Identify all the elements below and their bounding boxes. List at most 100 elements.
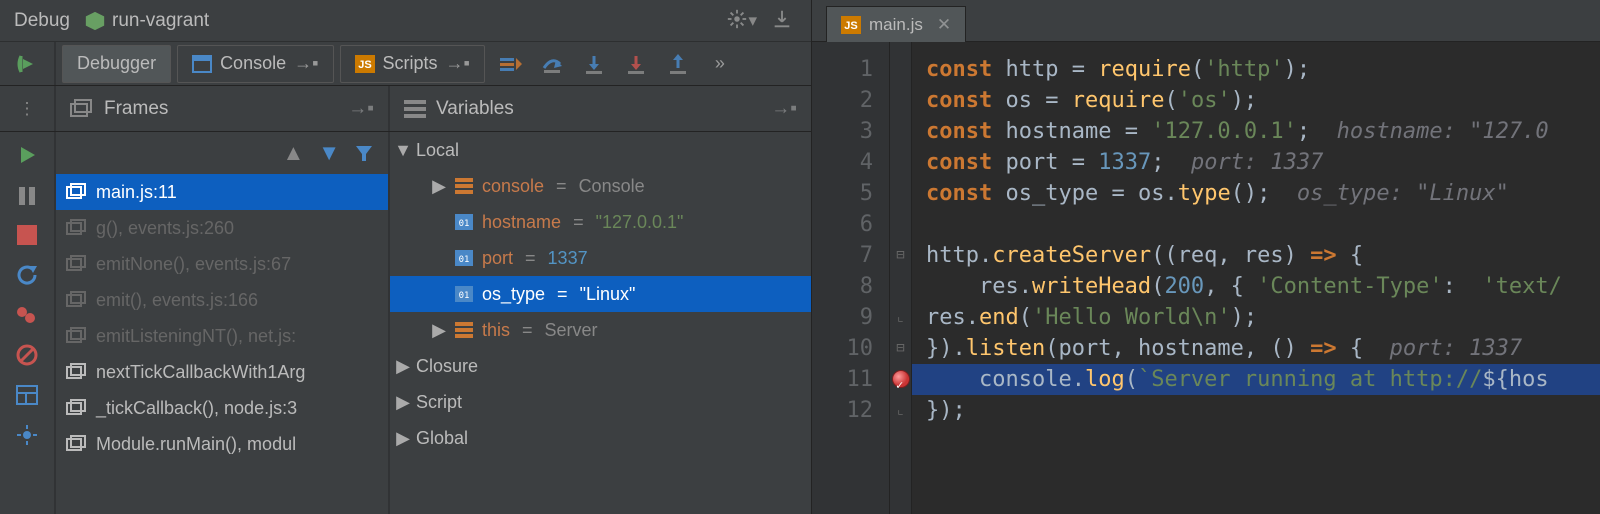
frame-label: nextTickCallbackWith1Arg	[96, 362, 305, 383]
line-number[interactable]: 11	[812, 364, 873, 395]
pause-button[interactable]	[11, 178, 43, 212]
tab-console[interactable]: Console →▪	[177, 45, 333, 83]
step-out-button[interactable]	[661, 47, 695, 81]
scope-row[interactable]: ▶Closure	[390, 348, 811, 384]
frame-item[interactable]: nextTickCallbackWith1Arg	[56, 354, 388, 390]
code-line[interactable]: }).listen(port, hostname, () => { port: …	[926, 333, 1600, 364]
fold-marker[interactable]	[890, 178, 911, 209]
line-number[interactable]: 3	[812, 116, 873, 147]
stack-frame-icon	[66, 435, 88, 453]
fold-marker[interactable]: ⊟	[890, 240, 911, 271]
close-icon[interactable]: ✕	[937, 15, 951, 35]
scope-row[interactable]: ▶Script	[390, 384, 811, 420]
variable-row[interactable]: 01port = 1337	[390, 240, 811, 276]
stack-frame-icon	[66, 327, 88, 345]
frame-item[interactable]: main.js:11	[56, 174, 388, 210]
force-step-into-button[interactable]	[619, 47, 653, 81]
code-line[interactable]	[926, 209, 1600, 240]
mute-breakpoints-button[interactable]	[11, 338, 43, 372]
run-config-name: run-vagrant	[112, 10, 209, 32]
popout-icon[interactable]: →▪	[294, 53, 318, 74]
code-line[interactable]: console.log(`Server running at http://${…	[926, 364, 1600, 395]
settings-button[interactable]	[11, 418, 43, 452]
nodejs-icon	[84, 10, 106, 32]
more-steps-icon[interactable]: »	[703, 47, 737, 81]
code-line[interactable]: });	[926, 395, 1600, 426]
restart-button[interactable]	[11, 258, 43, 292]
scope-row[interactable]: ▶Global	[390, 420, 811, 456]
frame-label: emitNone(), events.js:67	[96, 254, 291, 275]
step-over-button[interactable]	[535, 47, 569, 81]
var-kind-icon: 01	[454, 248, 474, 268]
variable-row[interactable]: ▶console = Console	[390, 168, 811, 204]
frame-item[interactable]: g(), events.js:260	[56, 210, 388, 246]
view-breakpoints-button[interactable]	[11, 298, 43, 332]
frames-icon	[70, 99, 94, 119]
line-number[interactable]: 2	[812, 85, 873, 116]
line-number[interactable]: 4	[812, 147, 873, 178]
fold-marker[interactable]: ⌞	[890, 302, 911, 333]
step-into-button[interactable]	[577, 47, 611, 81]
line-number[interactable]: 7	[812, 240, 873, 271]
line-number[interactable]: 5	[812, 178, 873, 209]
frame-item[interactable]: emitNone(), events.js:67	[56, 246, 388, 282]
popout-icon[interactable]: →▪	[446, 53, 470, 74]
frame-label: g(), events.js:260	[96, 218, 234, 239]
rerun-button[interactable]	[11, 138, 43, 172]
pin-icon[interactable]: →▪	[771, 98, 797, 120]
variable-row[interactable]: ▶this = Server	[390, 312, 811, 348]
frame-down-button[interactable]: ▼	[318, 140, 340, 166]
tab-scripts[interactable]: JS Scripts →▪	[340, 45, 485, 83]
variable-row[interactable]: 01hostname = "127.0.0.1"	[390, 204, 811, 240]
fold-marker[interactable]	[890, 116, 911, 147]
fold-marker[interactable]: ⊟	[890, 333, 911, 364]
line-number[interactable]: 1	[812, 54, 873, 85]
chevron-icon: ▼	[396, 140, 410, 161]
var-kind-icon	[454, 176, 474, 196]
layout-button[interactable]	[11, 378, 43, 412]
variable-row[interactable]: 01os_type = "Linux"	[390, 276, 811, 312]
js-file-icon: JS	[841, 16, 861, 34]
var-kind-icon: 01	[454, 212, 474, 232]
code-line[interactable]: const hostname = '127.0.0.1'; hostname: …	[926, 116, 1600, 147]
code-line[interactable]: http.createServer((req, res) => {	[926, 240, 1600, 271]
code-line[interactable]: const port = 1337; port: 1337	[926, 147, 1600, 178]
line-number[interactable]: 9	[812, 302, 873, 333]
code-line[interactable]: const http = require('http');	[926, 54, 1600, 85]
download-icon[interactable]	[771, 8, 797, 34]
fold-marker[interactable]	[890, 54, 911, 85]
js-icon: JS	[355, 55, 375, 73]
resume-button[interactable]	[0, 42, 56, 85]
frame-up-button[interactable]: ▲	[282, 140, 304, 166]
fold-marker[interactable]	[890, 85, 911, 116]
stack-frame-icon	[66, 291, 88, 309]
code-line[interactable]: res.writeHead(200, { 'Content-Type': 'te…	[926, 271, 1600, 302]
code-line[interactable]: res.end('Hello World\n');	[926, 302, 1600, 333]
line-number[interactable]: 10	[812, 333, 873, 364]
line-number[interactable]: 12	[812, 395, 873, 426]
stack-frame-icon	[66, 399, 88, 417]
filter-button[interactable]	[354, 143, 374, 163]
fold-marker[interactable]	[890, 271, 911, 302]
frame-item[interactable]: Module.runMain(), modul	[56, 426, 388, 462]
scope-row[interactable]: ▼Local	[390, 132, 811, 168]
pin-icon[interactable]: →▪	[348, 98, 374, 120]
fold-marker[interactable]	[890, 147, 911, 178]
show-exec-point-button[interactable]	[493, 47, 527, 81]
tab-debugger[interactable]: Debugger	[62, 45, 171, 83]
scope-label: Script	[416, 392, 462, 413]
line-number[interactable]: 6	[812, 209, 873, 240]
frame-item[interactable]: emit(), events.js:166	[56, 282, 388, 318]
line-number[interactable]: 8	[812, 271, 873, 302]
more-actions-icon[interactable]: ⋮	[0, 86, 56, 131]
variable-name: port	[482, 248, 513, 269]
breakpoint-icon[interactable]	[892, 370, 910, 388]
stop-button[interactable]	[11, 218, 43, 252]
gear-icon[interactable]	[726, 8, 752, 34]
editor-tab-main[interactable]: JS main.js ✕	[826, 6, 966, 42]
frame-item[interactable]: _tickCallback(), node.js:3	[56, 390, 388, 426]
code-line[interactable]: const os_type = os.type(); os_type: "Lin…	[926, 178, 1600, 209]
frame-item[interactable]: emitListeningNT(), net.js:	[56, 318, 388, 354]
code-line[interactable]: const os = require('os');	[926, 85, 1600, 116]
fold-marker[interactable]	[890, 209, 911, 240]
